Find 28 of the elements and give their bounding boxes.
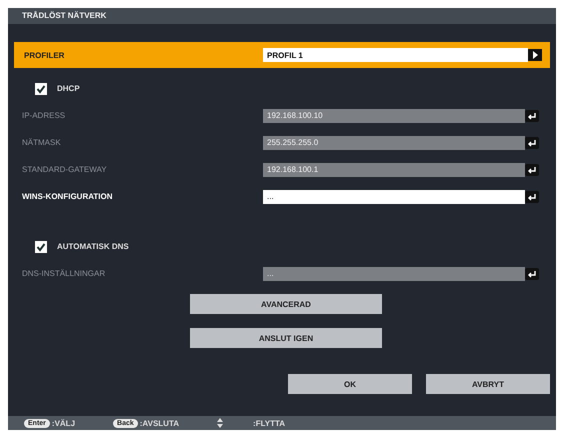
checkbox-label: AUTOMATISK DNS [57, 242, 129, 251]
input-field[interactable]: ... [263, 190, 525, 204]
field-label: STANDARD-GATEWAY [22, 165, 108, 174]
checkbox-label: DHCP [57, 84, 80, 93]
enter-icon[interactable] [525, 268, 539, 280]
checkbox[interactable] [35, 82, 47, 94]
checkbox[interactable] [35, 240, 47, 252]
dialog-button[interactable]: OK [288, 374, 412, 394]
field-label: DNS-INSTÄLLNINGAR [22, 269, 106, 278]
footer-hint: :AVSLUTA [140, 418, 180, 428]
enter-icon[interactable] [525, 190, 539, 202]
profile-row[interactable]: PROFILER PROFIL 1 [14, 42, 550, 68]
field-label: NÄTMASK [22, 138, 62, 147]
field-label: IP-ADRESS [22, 111, 66, 120]
window-title: TRÅDLÖST NÄTVERK [8, 8, 556, 24]
profile-field[interactable]: PROFIL 1 [263, 48, 528, 62]
field-label: WINS-KONFIGURATION [22, 192, 114, 201]
play-icon[interactable] [528, 49, 542, 61]
enter-icon[interactable] [525, 110, 539, 122]
enter-icon[interactable] [525, 136, 539, 148]
footer-hint: :FLYTTA [253, 418, 286, 428]
up-down-arrow-icon [217, 418, 224, 428]
dialog-button[interactable]: AVBRYT [426, 374, 550, 394]
menu-button[interactable]: ANSLUT IGEN [190, 328, 382, 348]
enter-icon[interactable] [525, 164, 539, 176]
profile-label: PROFILER [24, 50, 66, 60]
menu-button[interactable]: AVANCERAD [190, 294, 382, 314]
footer-hint: :VÄLJ [52, 418, 76, 428]
